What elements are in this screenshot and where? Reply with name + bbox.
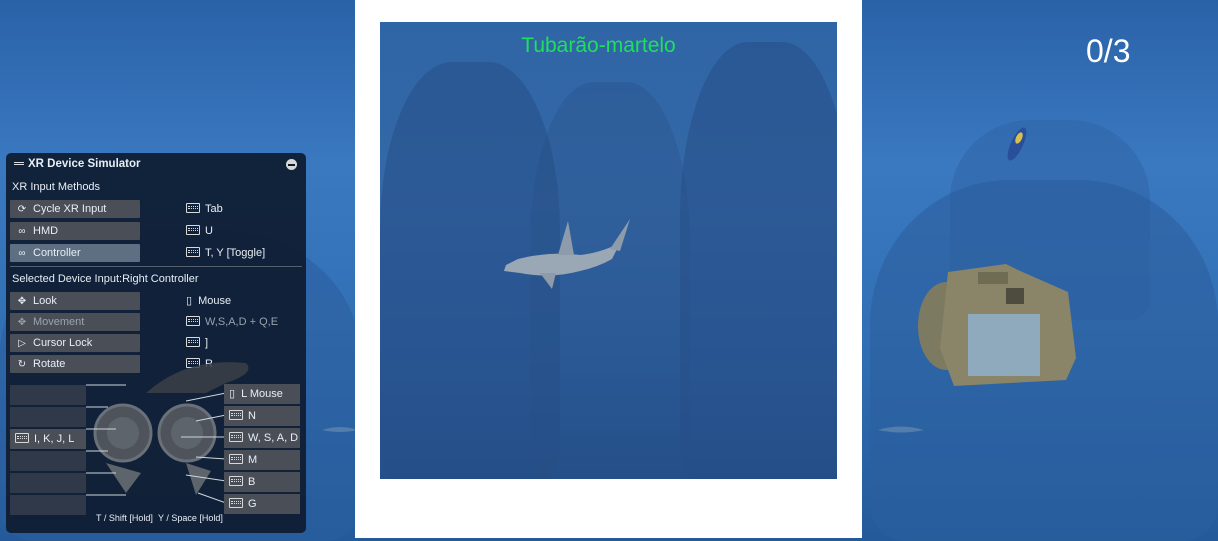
controller-key: T, Y [Toggle] — [186, 244, 265, 262]
button-label: Controller — [33, 247, 81, 259]
cycle-icon: ⟳ — [17, 204, 27, 215]
vr-headset-icon: ∞ — [18, 248, 26, 259]
key-label: W,S,A,D + Q,E — [205, 316, 279, 328]
left-controller-slot — [10, 451, 86, 471]
keyboard-icon — [186, 247, 200, 257]
keyboard-icon — [186, 225, 200, 235]
keyboard-icon — [229, 432, 243, 442]
panel-title: XR Device Simulator — [14, 158, 140, 170]
left-controller-slot — [10, 495, 86, 515]
left-controller-slot — [10, 385, 86, 405]
right-controller-slot: ▯ L Mouse — [224, 384, 300, 404]
selected-device-heading: Selected Device Input:Right Controller — [12, 273, 199, 285]
rock — [680, 42, 837, 479]
keyboard-icon — [186, 203, 200, 213]
button-label: Look — [33, 295, 57, 307]
keyboard-icon — [229, 476, 243, 486]
key-label: N — [248, 410, 256, 422]
movement-button[interactable]: ✥ Movement — [10, 313, 140, 331]
keyboard-icon — [229, 498, 243, 508]
key-label: I, K, J, L — [34, 433, 75, 445]
cycle-xr-input-button[interactable]: ⟳ Cycle XR Input — [10, 200, 140, 218]
key-label: B — [248, 476, 256, 488]
controller-button[interactable]: ∞ Controller — [10, 244, 140, 262]
cursor-lock-key: ] — [186, 334, 208, 352]
button-label: Rotate — [33, 358, 66, 370]
keyboard-icon — [186, 316, 200, 326]
left-controller-slot — [10, 407, 86, 427]
xr-device-simulator-panel[interactable]: XR Device Simulator XR Input Methods ⟳ Cy… — [6, 153, 306, 533]
rotate-icon: ↻ — [17, 359, 27, 370]
cycle-key: Tab — [186, 200, 223, 218]
right-hold-hint: Y / Space [Hold] — [158, 513, 223, 523]
mouse-icon: ▯ — [229, 388, 236, 400]
mouse-icon: ▯ — [186, 295, 193, 307]
hammerhead-shark — [504, 219, 630, 289]
right-controller-slot: W, S, A, D — [224, 428, 300, 448]
keyboard-icon — [15, 433, 29, 443]
button-label: HMD — [33, 225, 59, 237]
button-label: Cycle XR Input — [33, 203, 107, 215]
move-arrows-icon: ✥ — [17, 317, 27, 328]
movement-key: W,S,A,D + Q,E — [186, 313, 278, 331]
tropical-fish — [1007, 127, 1027, 161]
keyboard-icon — [229, 454, 243, 464]
hmd-key: U — [186, 222, 213, 240]
input-methods-heading: XR Input Methods — [12, 181, 101, 193]
button-label: Movement — [33, 316, 85, 328]
key-label: Mouse — [198, 295, 232, 307]
right-controller-slot: M — [224, 450, 300, 470]
keyboard-icon — [229, 410, 243, 420]
button-label: Cursor Lock — [33, 337, 93, 349]
photo-counter: 0/3 — [1086, 33, 1131, 69]
right-controller-slot: G — [224, 494, 300, 514]
key-label: ] — [205, 337, 209, 349]
key-label: Tab — [205, 203, 223, 215]
background-shark — [322, 427, 358, 432]
panel-title-text: XR Device Simulator — [28, 158, 141, 170]
background-shark — [878, 426, 924, 433]
right-controller-slot: B — [224, 472, 300, 492]
right-controller-slot: N — [224, 406, 300, 426]
vr-headset-icon: ∞ — [18, 226, 26, 237]
key-label: T, Y [Toggle] — [205, 247, 266, 259]
species-label: Tubarão-martelo — [521, 34, 676, 57]
cursor-lock-button[interactable]: ▷ Cursor Lock — [10, 334, 140, 352]
left-hold-hint: T / Shift [Hold] — [96, 513, 153, 523]
key-label: G — [248, 498, 257, 510]
left-controller-slot: I, K, J, L — [10, 429, 86, 449]
move-arrows-icon: ✥ — [17, 296, 27, 307]
key-label: L Mouse — [241, 388, 283, 400]
collapse-icon[interactable] — [286, 159, 297, 170]
hmd-button[interactable]: ∞ HMD — [10, 222, 140, 240]
key-label: U — [205, 225, 213, 237]
look-key: ▯ Mouse — [186, 292, 231, 310]
keyboard-icon — [186, 337, 200, 347]
divider — [10, 266, 302, 267]
camera-prop — [918, 264, 1076, 386]
key-label: M — [248, 454, 258, 466]
cursor-icon: ▷ — [18, 338, 26, 349]
left-controller-slot — [10, 473, 86, 493]
look-button[interactable]: ✥ Look — [10, 292, 140, 310]
drag-handle-icon[interactable] — [14, 162, 24, 166]
key-label: W, S, A, D — [248, 432, 299, 444]
